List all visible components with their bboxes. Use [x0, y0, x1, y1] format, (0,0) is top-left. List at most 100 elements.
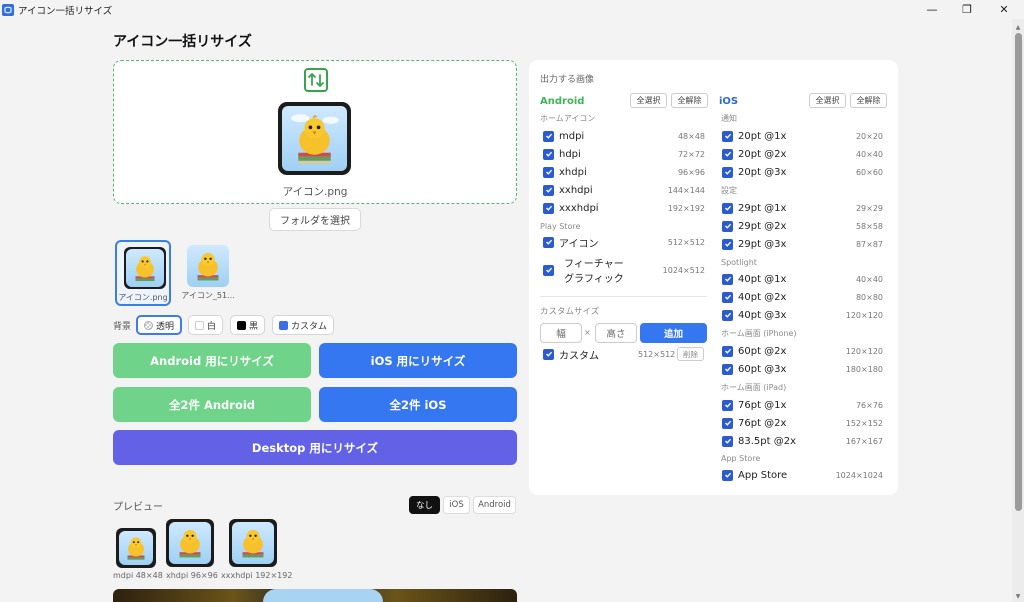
- resize-all-android-button[interactable]: 全2件 Android: [113, 387, 311, 422]
- checkbox[interactable]: [722, 220, 733, 232]
- option-29pt-2x[interactable]: 29pt @2x: [722, 219, 786, 233]
- scroll-thumb[interactable]: [1015, 33, 1022, 511]
- checkbox[interactable]: [543, 130, 554, 142]
- checkbox[interactable]: [722, 345, 733, 357]
- option-label: 40pt @1x: [738, 273, 787, 285]
- checkbox[interactable]: [722, 273, 733, 285]
- checkbox[interactable]: [722, 166, 733, 178]
- option-play-icon[interactable]: アイコン: [543, 235, 599, 250]
- maximize-button[interactable]: ❐: [948, 0, 986, 19]
- option-60pt-2x[interactable]: 60pt @2x: [722, 344, 786, 358]
- checkbox[interactable]: [722, 363, 733, 375]
- checkbox[interactable]: [722, 417, 733, 429]
- checkbox[interactable]: [722, 148, 733, 160]
- option-size: 29×29: [855, 204, 883, 213]
- height-input[interactable]: 高さ: [595, 323, 637, 343]
- preview-image-xhdpi: [166, 519, 214, 567]
- checkbox[interactable]: [543, 166, 554, 178]
- section-label: Play Store: [540, 222, 581, 231]
- option-custom[interactable]: カスタム: [543, 347, 599, 362]
- background-transparent-option[interactable]: 透明: [136, 315, 183, 335]
- width-input[interactable]: 幅: [540, 323, 582, 343]
- option-size: 180×180: [845, 365, 883, 374]
- minimize-icon: —: [926, 3, 938, 16]
- background-custom-option[interactable]: カスタム: [272, 315, 335, 335]
- output-title: 出力する画像: [540, 75, 595, 85]
- option-40pt-3x[interactable]: 40pt @3x: [722, 308, 786, 322]
- source-file-name: アイコン.png: [282, 186, 348, 198]
- option-hdpi[interactable]: hdpi: [543, 147, 581, 161]
- app-icon: [2, 3, 14, 16]
- option-20pt-1x[interactable]: 20pt @1x: [722, 129, 786, 143]
- option-29pt-3x[interactable]: 29pt @3x: [722, 237, 786, 251]
- checkbox[interactable]: [722, 309, 733, 321]
- vertical-scrollbar[interactable]: ▲ ▼: [1012, 19, 1024, 602]
- section-label: ホームアイコン: [540, 114, 596, 123]
- black-swatch-icon: [237, 320, 246, 330]
- select-folder-button[interactable]: フォルダを選択: [269, 208, 361, 231]
- ios-select-all-button[interactable]: 全選択: [809, 93, 846, 108]
- section-label: ホーム画面 (iPhone): [721, 329, 797, 338]
- option-76pt-1x[interactable]: 76pt @1x: [722, 398, 786, 412]
- option-size: 120×120: [845, 347, 883, 356]
- resize-android-button[interactable]: Android 用にリサイズ: [113, 343, 311, 378]
- preview-label: プレビュー: [113, 502, 163, 513]
- option-29pt-1x[interactable]: 29pt @1x: [722, 201, 786, 215]
- option-label: 29pt @2x: [738, 220, 787, 232]
- scroll-down-icon[interactable]: ▼: [1012, 590, 1024, 602]
- option-76pt-2x[interactable]: 76pt @2x: [722, 416, 786, 430]
- option-xxhdpi[interactable]: xxhdpi: [543, 183, 593, 197]
- checkbox[interactable]: [543, 184, 554, 196]
- option-20pt-2x[interactable]: 20pt @2x: [722, 147, 786, 161]
- option-app-store[interactable]: App Store: [722, 468, 787, 482]
- option-mdpi[interactable]: mdpi: [543, 129, 584, 143]
- checkbox[interactable]: [722, 202, 733, 214]
- option-size: 512×512: [638, 350, 676, 359]
- option-xhdpi[interactable]: xhdpi: [543, 165, 587, 179]
- drop-zone[interactable]: アイコン.png: [113, 60, 517, 204]
- title-bar: アイコン一括リサイズ — ❐ ✕: [0, 0, 1024, 19]
- option-feature-graphic[interactable]: [543, 263, 554, 277]
- android-deselect-all-button[interactable]: 全解除: [671, 93, 708, 108]
- option-40pt-2x[interactable]: 40pt @2x: [722, 290, 786, 304]
- custom-size-title: カスタムサイズ: [540, 307, 600, 317]
- android-select-all-button[interactable]: 全選択: [630, 93, 667, 108]
- option-40pt-1x[interactable]: 40pt @1x: [722, 272, 786, 286]
- checkbox[interactable]: [543, 148, 554, 160]
- close-button[interactable]: ✕: [985, 0, 1023, 19]
- thumbnail-item[interactable]: アイコン_51...: [180, 240, 236, 306]
- preview-tab-android[interactable]: Android: [473, 496, 516, 514]
- checkbox[interactable]: [543, 236, 554, 248]
- ios-deselect-all-button[interactable]: 全解除: [850, 93, 887, 108]
- checkbox[interactable]: [722, 435, 733, 447]
- option-size: 20×20: [855, 132, 883, 141]
- thumbnail-label: アイコン.png: [118, 293, 168, 302]
- option-60pt-3x[interactable]: 60pt @3x: [722, 362, 786, 376]
- checkbox[interactable]: [543, 348, 554, 360]
- resize-all-ios-button[interactable]: 全2件 iOS: [319, 387, 517, 422]
- preview-caption: xhdpi 96×96: [166, 571, 218, 580]
- thumbnail-item[interactable]: アイコン.png: [115, 240, 171, 306]
- resize-desktop-button[interactable]: Desktop 用にリサイズ: [113, 430, 517, 465]
- option-xxxhdpi[interactable]: xxxhdpi: [543, 201, 599, 215]
- checkbox[interactable]: [543, 264, 554, 276]
- delete-custom-button[interactable]: 削除: [677, 347, 704, 361]
- checkbox[interactable]: [722, 469, 733, 481]
- checkbox[interactable]: [722, 130, 733, 142]
- scroll-up-icon[interactable]: ▲: [1012, 21, 1024, 33]
- option-20pt-3x[interactable]: 20pt @3x: [722, 165, 786, 179]
- checkbox[interactable]: [722, 399, 733, 411]
- preview-tab-ios[interactable]: iOS: [443, 496, 470, 514]
- preview-tab-none[interactable]: なし: [409, 496, 440, 514]
- output-panel: 出力する画像 Android 全選択 全解除 ホームアイコン mdpi 48×4…: [529, 60, 898, 495]
- option-83-5pt-2x[interactable]: 83.5pt @2x: [722, 434, 796, 448]
- minimize-button[interactable]: —: [913, 0, 951, 19]
- checkbox[interactable]: [543, 202, 554, 214]
- checkbox[interactable]: [722, 238, 733, 250]
- option-size: 1024×1024: [835, 471, 883, 480]
- background-black-option[interactable]: 黒: [230, 315, 266, 335]
- add-custom-size-button[interactable]: 追加: [640, 323, 707, 343]
- checkbox[interactable]: [722, 291, 733, 303]
- resize-ios-button[interactable]: iOS 用にリサイズ: [319, 343, 517, 378]
- background-white-option[interactable]: 白: [188, 315, 224, 335]
